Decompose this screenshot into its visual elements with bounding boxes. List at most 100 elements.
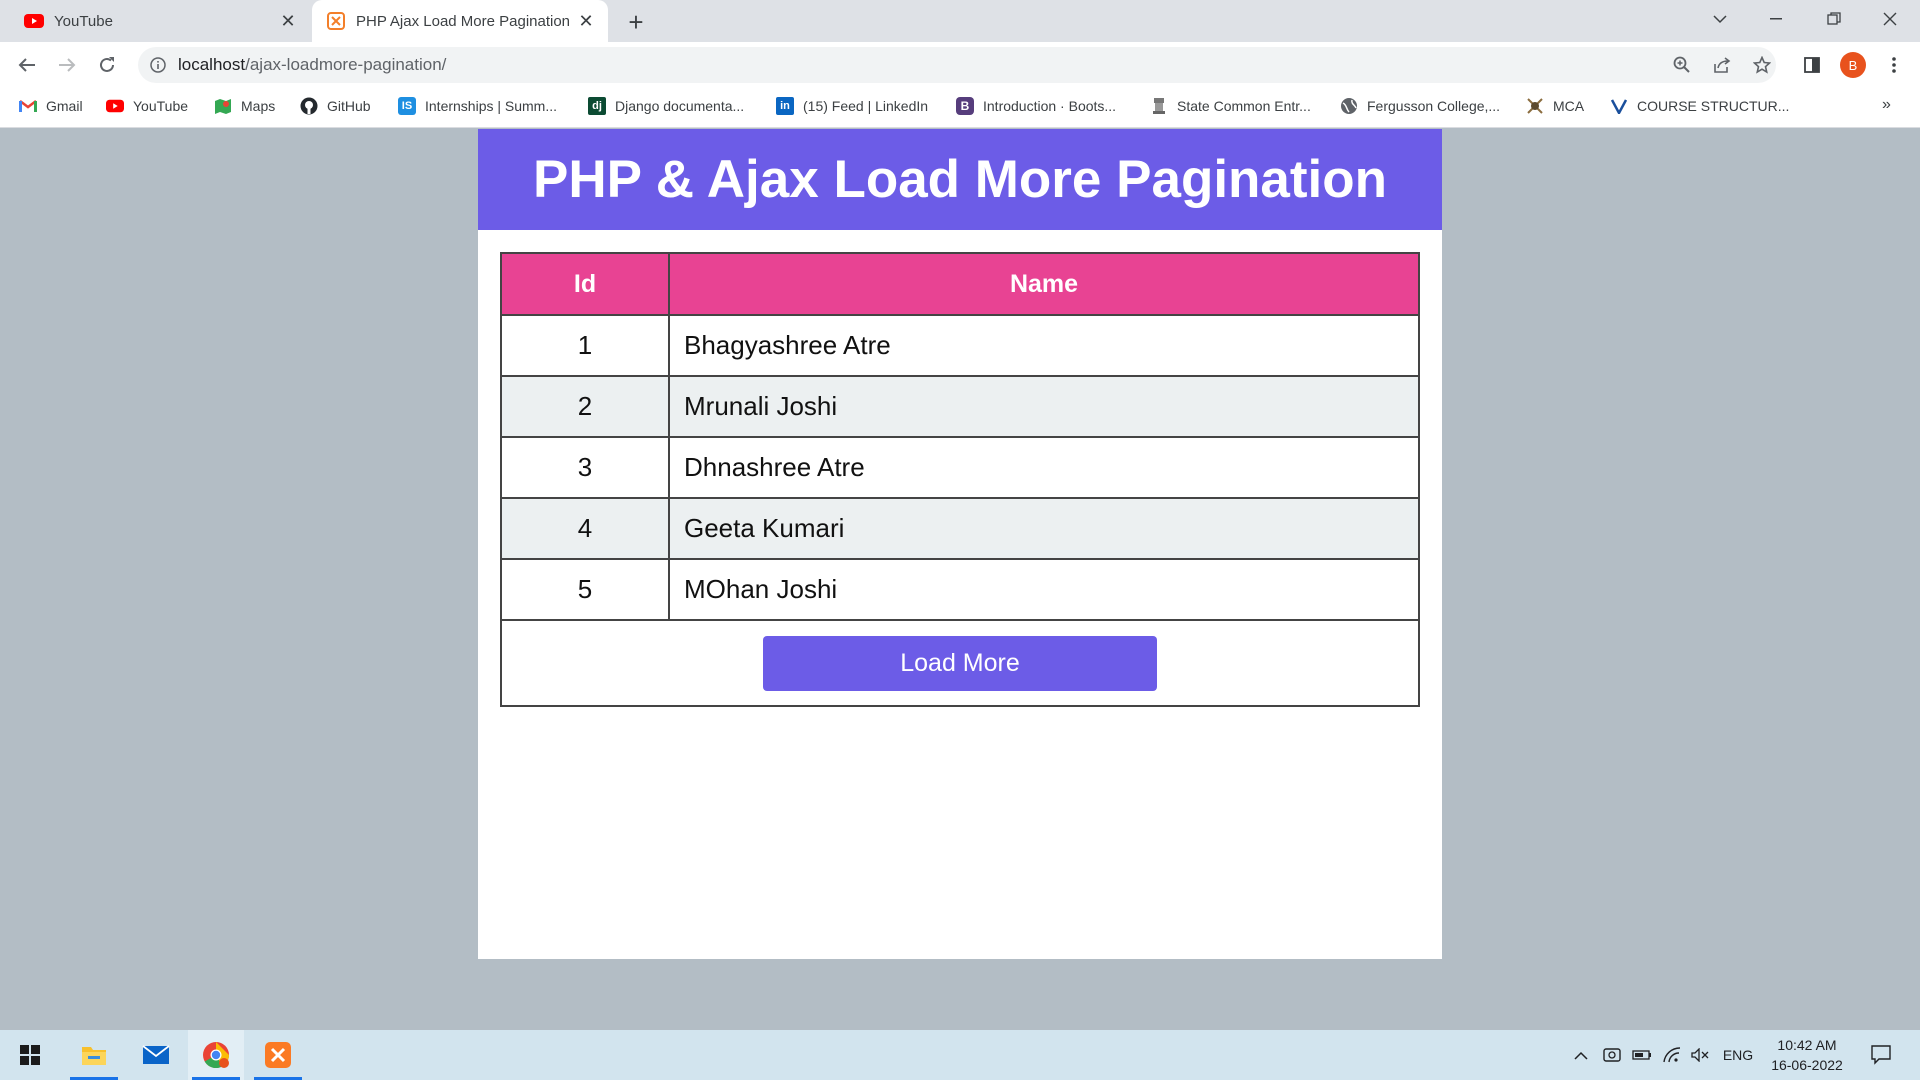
load-more-cell: Load More xyxy=(500,619,1420,707)
table-row: 1 Bhagyashree Atre xyxy=(500,314,1420,377)
bookmark-label: (15) Feed | LinkedIn xyxy=(803,98,929,114)
bookmark-bootstrap[interactable]: B Introduction · Boots... xyxy=(956,88,1116,124)
tab-search-icon[interactable] xyxy=(1692,0,1748,38)
bookmark-internships[interactable]: IS Internships | Summ... xyxy=(398,88,557,124)
table-row: 4 Geeta Kumari xyxy=(500,497,1420,560)
bootstrap-icon: B xyxy=(956,97,974,115)
bookmark-linkedin[interactable]: in (15) Feed | LinkedIn xyxy=(776,88,928,124)
notifications-icon[interactable] xyxy=(1866,1030,1896,1080)
bookmark-fergusson[interactable]: Fergusson College,... xyxy=(1340,88,1500,124)
mail-icon[interactable] xyxy=(128,1030,184,1080)
bookmark-label: Introduction · Boots... xyxy=(983,98,1117,114)
clock-date: 16-06-2022 xyxy=(1771,1057,1843,1073)
page-header: PHP & Ajax Load More Pagination xyxy=(478,129,1442,230)
wifi-icon[interactable] xyxy=(1660,1030,1684,1080)
django-icon: dj xyxy=(588,97,606,115)
speaker-muted-icon[interactable] xyxy=(1688,1030,1712,1080)
file-explorer-icon[interactable] xyxy=(66,1030,122,1080)
bookmarks-overflow-icon[interactable]: » xyxy=(1882,96,1891,114)
bookmark-label: Django documenta... xyxy=(615,98,745,114)
new-tab-button[interactable]: + xyxy=(622,7,650,37)
bookmark-label: COURSE STRUCTUR... xyxy=(1637,98,1790,114)
emblem-icon xyxy=(1150,97,1168,115)
youtube-icon xyxy=(24,11,44,31)
tab-youtube[interactable]: YouTube ✕ xyxy=(10,0,310,42)
cell-name: Mrunali Joshi xyxy=(668,375,1420,438)
close-window-button[interactable] xyxy=(1862,0,1918,38)
table-row: 2 Mrunali Joshi xyxy=(500,375,1420,438)
crest-icon xyxy=(1526,97,1544,115)
profile-avatar[interactable]: B xyxy=(1840,52,1866,78)
cell-name: Dhnashree Atre xyxy=(668,436,1420,499)
bookmark-label: Maps xyxy=(241,98,276,114)
tab-title: YouTube xyxy=(54,12,113,30)
internshala-icon: IS xyxy=(398,97,416,115)
table-row: 3 Dhnashree Atre xyxy=(500,436,1420,499)
cell-id: 5 xyxy=(500,558,670,621)
youtube-icon xyxy=(106,97,124,115)
battery-icon[interactable] xyxy=(1630,1030,1654,1080)
share-icon[interactable] xyxy=(1708,51,1736,79)
page-title: PHP & Ajax Load More Pagination xyxy=(532,150,1388,209)
page-container: PHP & Ajax Load More Pagination Id Name … xyxy=(478,129,1442,959)
bookmark-youtube[interactable]: YouTube xyxy=(106,88,188,124)
gmail-icon xyxy=(19,97,37,115)
bookmark-maps[interactable]: Maps xyxy=(214,88,275,124)
bookmark-mca[interactable]: MCA xyxy=(1526,88,1584,124)
info-icon[interactable] xyxy=(148,55,168,75)
column-header-id: Id xyxy=(500,252,670,316)
clock-time: 10:42 AM xyxy=(1777,1037,1837,1053)
url-host: localhost xyxy=(178,55,246,74)
bookmark-star-icon[interactable] xyxy=(1748,51,1776,79)
bookmark-label: Fergusson College,... xyxy=(1367,98,1501,114)
linkedin-icon: in xyxy=(776,97,794,115)
meet-now-icon[interactable] xyxy=(1600,1030,1624,1080)
bookmark-course-structure[interactable]: COURSE STRUCTUR... xyxy=(1610,88,1789,124)
bookmark-label: MCA xyxy=(1553,98,1585,114)
side-panel-icon[interactable] xyxy=(1798,51,1826,79)
cell-name: Bhagyashree Atre xyxy=(668,314,1420,377)
tab-php-ajax[interactable]: PHP Ajax Load More Pagination ✕ xyxy=(312,0,608,42)
address-bar[interactable]: localhost/ajax-loadmore-pagination/ xyxy=(138,47,1776,83)
bookmark-state-cet[interactable]: State Common Entr... xyxy=(1150,88,1311,124)
bookmark-label: YouTube xyxy=(133,98,189,114)
language-indicator[interactable]: ENG xyxy=(1720,1030,1756,1080)
reload-button[interactable] xyxy=(91,49,123,81)
restore-button[interactable] xyxy=(1806,0,1862,38)
table-row: 5 MOhan Joshi xyxy=(500,558,1420,621)
menu-kebab-icon[interactable] xyxy=(1880,51,1908,79)
cell-id: 1 xyxy=(500,314,670,377)
xampp-icon[interactable] xyxy=(250,1030,306,1080)
load-more-row: Load More xyxy=(500,619,1420,707)
globe-icon xyxy=(1340,97,1358,115)
bookmark-github[interactable]: GitHub xyxy=(300,88,371,124)
table-header-row: Id Name xyxy=(500,252,1420,316)
cell-name: MOhan Joshi xyxy=(668,558,1420,621)
load-more-button[interactable]: Load More xyxy=(763,635,1157,691)
bookmark-gmail[interactable]: Gmail xyxy=(19,88,83,124)
xampp-icon xyxy=(326,11,346,31)
bookmark-django[interactable]: dj Django documenta... xyxy=(588,88,744,124)
system-clock[interactable]: 10:42 AM 16-06-2022 xyxy=(1762,1035,1852,1075)
url-path: /ajax-loadmore-pagination/ xyxy=(245,55,447,74)
bookmark-label: State Common Entr... xyxy=(1177,98,1311,114)
bookmarks-bar: Gmail YouTube Maps GitHub IS Internships… xyxy=(0,88,1920,128)
close-icon[interactable]: ✕ xyxy=(574,9,598,33)
close-icon[interactable]: ✕ xyxy=(276,9,300,33)
maps-icon xyxy=(214,97,232,115)
bookmark-label: Internships | Summ... xyxy=(425,98,558,114)
chrome-icon[interactable] xyxy=(188,1030,244,1080)
minimize-button[interactable] xyxy=(1748,0,1804,38)
show-hidden-icons-icon[interactable] xyxy=(1570,1030,1592,1080)
zoom-icon[interactable] xyxy=(1668,51,1696,79)
tab-title: PHP Ajax Load More Pagination xyxy=(356,12,571,30)
back-button[interactable] xyxy=(11,49,43,81)
windows-start-icon[interactable] xyxy=(2,1030,58,1080)
forward-button[interactable] xyxy=(51,49,83,81)
cell-name: Geeta Kumari xyxy=(668,497,1420,560)
browser-toolbar: localhost/ajax-loadmore-pagination/ B xyxy=(0,42,1920,88)
github-icon xyxy=(300,97,318,115)
data-table: Id Name 1 Bhagyashree Atre 2 Mrunali Jos… xyxy=(500,252,1420,707)
url-text: localhost/ajax-loadmore-pagination/ xyxy=(178,55,446,75)
column-header-name: Name xyxy=(668,252,1420,316)
